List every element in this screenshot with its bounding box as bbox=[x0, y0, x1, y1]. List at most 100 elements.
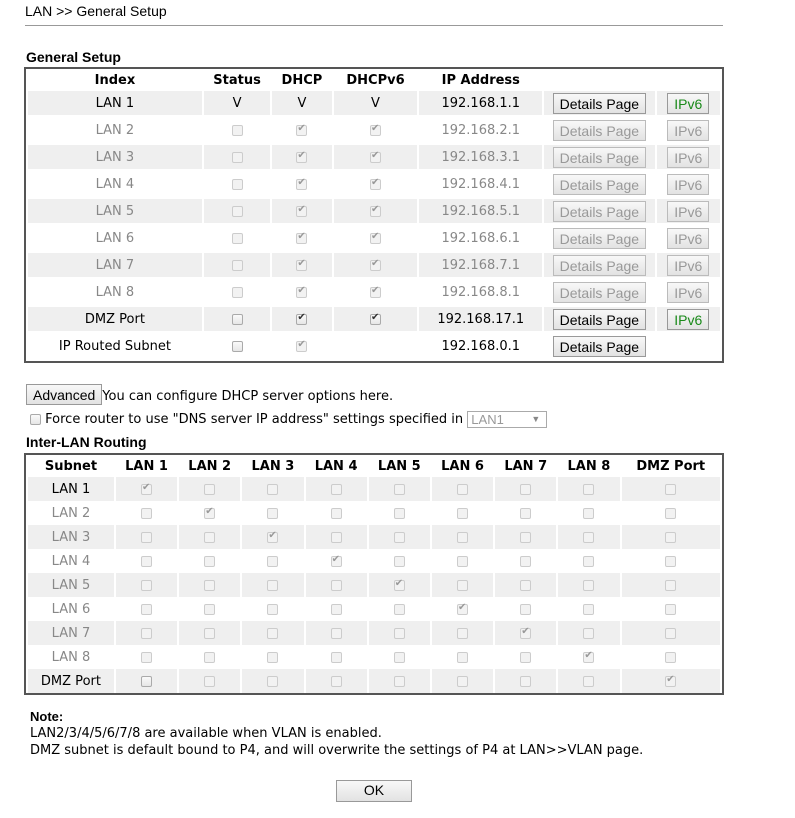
dhcpv6-checkbox bbox=[370, 177, 381, 190]
col-index: Index bbox=[94, 72, 136, 88]
ipv6-button[interactable]: IPv6 bbox=[667, 254, 710, 276]
cell-dhcpv6 bbox=[333, 253, 418, 277]
status-checkbox bbox=[231, 286, 243, 298]
cell-details: Details Page bbox=[544, 334, 654, 358]
routing-cell bbox=[242, 525, 304, 549]
routing-checkbox bbox=[204, 579, 216, 591]
routing-cell bbox=[495, 573, 557, 597]
routing-checkbox bbox=[457, 675, 468, 687]
dns-lan-select[interactable]: LAN1 ▼ bbox=[467, 411, 548, 428]
routing-checkbox bbox=[204, 555, 216, 567]
routing-checkbox bbox=[330, 483, 342, 495]
routing-checkbox[interactable] bbox=[140, 675, 152, 687]
routing-cell bbox=[558, 549, 619, 573]
col-lan-2: LAN 2 bbox=[188, 458, 232, 474]
routing-cell bbox=[558, 597, 619, 621]
dhcpv6-checkbox bbox=[370, 204, 381, 217]
routing-cell bbox=[432, 597, 493, 621]
cell-details: Details Page bbox=[544, 226, 654, 250]
ipv6-button[interactable]: IPv6 bbox=[667, 146, 710, 168]
table-row: LAN 2 192.168.2.1 Details Page IPv6 bbox=[28, 118, 720, 142]
row-index: IP Routed Subnet bbox=[58, 338, 171, 354]
routing-cell bbox=[242, 645, 303, 669]
dhcpv6-checkbox bbox=[370, 123, 381, 136]
ok-button[interactable]: OK bbox=[336, 780, 412, 802]
details-page-button[interactable]: Details Page bbox=[552, 335, 647, 357]
details-page-button[interactable]: Details Page bbox=[552, 200, 647, 222]
col-dmz-port: DMZ Port bbox=[636, 458, 706, 474]
routing-cell bbox=[305, 525, 367, 549]
details-page-button[interactable]: Details Page bbox=[552, 119, 647, 141]
table-row: LAN 6 bbox=[28, 597, 720, 621]
routing-checkbox bbox=[204, 506, 216, 519]
cell-dhcp bbox=[272, 226, 331, 250]
dhcp-checkbox bbox=[296, 150, 308, 163]
routing-cell bbox=[179, 669, 241, 693]
routing-cell bbox=[495, 645, 556, 669]
cell-details: Details Page bbox=[544, 118, 654, 142]
cell-status bbox=[204, 334, 270, 358]
cell-ipv6: IPv6 bbox=[657, 118, 720, 142]
routing-cell bbox=[179, 501, 240, 525]
details-page-button[interactable]: Details Page bbox=[552, 227, 647, 249]
ipv6-button[interactable]: IPv6 bbox=[667, 92, 710, 114]
dhcp-checkbox bbox=[296, 177, 308, 190]
cell-details: Details Page bbox=[544, 199, 655, 223]
details-page-button[interactable]: Details Page bbox=[552, 92, 647, 114]
advanced-description: You can configure DHCP server options he… bbox=[102, 389, 394, 404]
ipv6-button[interactable]: IPv6 bbox=[667, 281, 710, 303]
details-page-button[interactable]: Details Page bbox=[552, 308, 647, 330]
col-lan-3: LAN 3 bbox=[251, 458, 295, 474]
routing-checkbox bbox=[520, 603, 532, 615]
ipv6-button[interactable]: IPv6 bbox=[667, 308, 710, 330]
ipv6-button[interactable]: IPv6 bbox=[667, 227, 710, 249]
force-dns-checkbox[interactable] bbox=[30, 414, 41, 425]
routing-cell bbox=[305, 621, 367, 645]
details-page-button[interactable]: Details Page bbox=[552, 254, 647, 276]
ipv6-button[interactable]: IPv6 bbox=[667, 173, 710, 195]
routing-cell bbox=[495, 477, 557, 501]
routing-checkbox bbox=[204, 627, 216, 639]
dhcpv6-checkbox[interactable] bbox=[370, 312, 381, 325]
routing-checkbox bbox=[665, 531, 677, 543]
ipv6-button[interactable]: IPv6 bbox=[667, 200, 710, 222]
cell-dhcp bbox=[272, 253, 332, 277]
advanced-button[interactable]: Advanced bbox=[26, 384, 103, 405]
routing-cell bbox=[242, 477, 304, 501]
routing-checkbox bbox=[457, 651, 468, 663]
dhcpv6-checkbox bbox=[370, 150, 381, 163]
routing-checkbox bbox=[140, 531, 152, 543]
cell-details: Details Page bbox=[544, 91, 655, 115]
row-subnet: DMZ Port bbox=[28, 669, 114, 693]
routing-cell bbox=[306, 597, 367, 621]
routing-cell bbox=[179, 597, 240, 621]
routing-checkbox bbox=[330, 554, 342, 567]
cell-status: V bbox=[203, 91, 271, 115]
col-ip: IP Address bbox=[441, 72, 520, 88]
table-row: LAN 7 bbox=[28, 621, 720, 645]
routing-checkbox bbox=[583, 483, 595, 495]
routing-checkbox bbox=[665, 674, 677, 687]
status-checkbox[interactable] bbox=[231, 313, 243, 325]
dhcp-checkbox bbox=[296, 339, 308, 352]
details-page-button[interactable]: Details Page bbox=[552, 146, 647, 168]
row-ip: 192.168.6.1 bbox=[441, 230, 521, 246]
routing-checkbox bbox=[393, 603, 405, 615]
cell-status bbox=[204, 226, 270, 250]
routing-checkbox bbox=[140, 651, 152, 663]
dhcp-checkbox[interactable] bbox=[296, 312, 308, 325]
details-page-button[interactable]: Details Page bbox=[552, 173, 647, 195]
ipv6-button[interactable]: IPv6 bbox=[667, 119, 710, 141]
routing-cell bbox=[621, 669, 720, 693]
cell-ipv6: IPv6 bbox=[656, 91, 720, 115]
chevron-down-icon: ▼ bbox=[531, 414, 541, 424]
row-subnet: LAN 6 bbox=[51, 601, 91, 617]
routing-cell bbox=[179, 549, 240, 573]
details-page-button[interactable]: Details Page bbox=[552, 281, 647, 303]
table-row: LAN 3 bbox=[28, 525, 720, 549]
cell-dhcp bbox=[272, 280, 331, 304]
row-index: LAN 7 bbox=[28, 253, 202, 277]
status-checkbox bbox=[231, 232, 243, 244]
row-ip: 192.168.5.1 bbox=[419, 199, 543, 223]
status-checkbox[interactable] bbox=[231, 340, 243, 352]
